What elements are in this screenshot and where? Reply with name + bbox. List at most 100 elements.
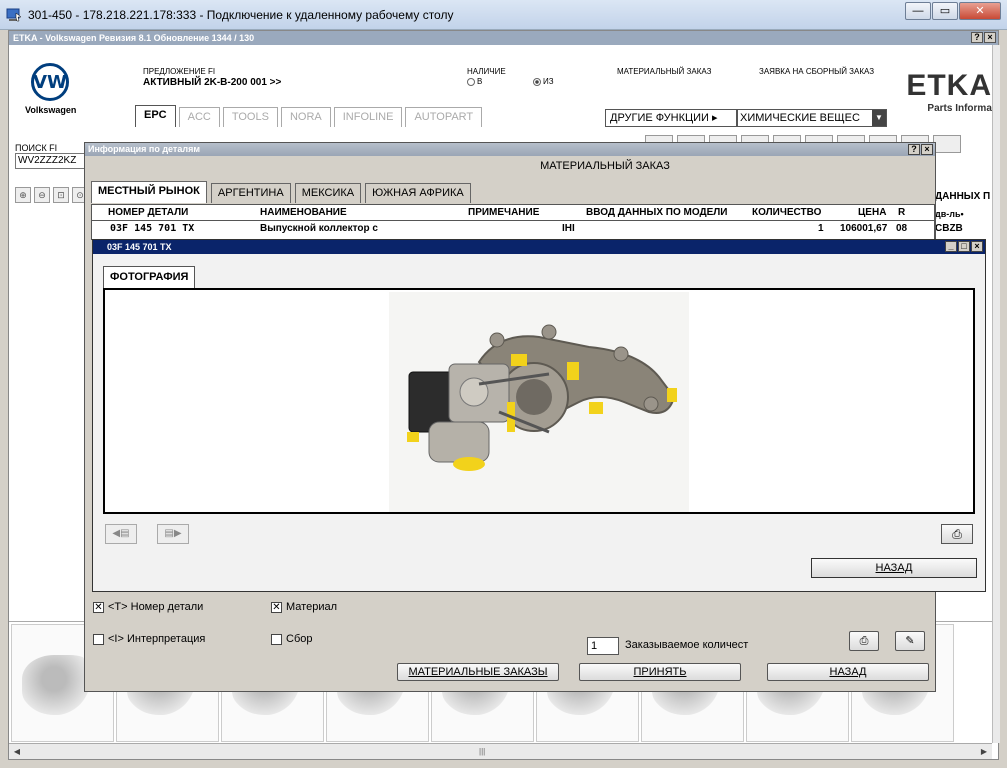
column-name: НАИМЕНОВАНИЕ — [260, 207, 347, 218]
toolbar-button[interactable] — [933, 135, 961, 153]
tab-autopart[interactable]: AUTOPART — [405, 107, 483, 127]
order-quantity-label: Заказываемое количест — [625, 639, 749, 651]
other-functions-button[interactable]: ДРУГИЕ ФУНКЦИИ ▸ — [605, 109, 737, 127]
column-price: ЦЕНА — [858, 207, 887, 218]
main-tabs: EPC ACC TOOLS NORA INFOLINE AUTOPART — [135, 105, 485, 127]
cell-part-no: 03F 145 701 TX — [110, 223, 195, 234]
minimize-button[interactable]: — — [905, 2, 931, 20]
engine-code: CBZB — [935, 223, 963, 234]
vertical-scrollbar[interactable] — [992, 45, 1000, 743]
tab-photo[interactable]: ФОТОГРАФИЯ — [103, 266, 196, 288]
checkbox-icon[interactable] — [271, 633, 282, 645]
etka-logo-subtitle: Parts Informati — [927, 103, 998, 114]
print-icon[interactable]: ⎙ — [849, 631, 879, 651]
scroll-left-icon[interactable]: ◀ — [9, 744, 25, 760]
tab-mexico[interactable]: МЕКСИКА — [294, 183, 362, 203]
market-tabs: МЕСТНЫЙ РЫНОК АРГЕНТИНА МЕКСИКА ЮЖНАЯ АФ… — [91, 181, 475, 203]
cell-qty: 1 — [818, 223, 824, 234]
volkswagen-logo: VW — [31, 63, 69, 101]
assembly-checkbox[interactable]: Сбор — [271, 633, 312, 645]
search-input[interactable]: WV2ZZZ2KZ — [15, 153, 85, 169]
cell-r: 08 — [896, 223, 908, 234]
scroll-right-icon[interactable]: ▶ — [976, 744, 992, 760]
tab-south-africa[interactable]: ЮЖНАЯ АФРИКА — [365, 183, 471, 203]
chemicals-dropdown[interactable]: ХИМИЧЕСКИЕ ВЕЩЕС ▼ — [737, 109, 887, 127]
radio-selected-icon — [533, 77, 541, 86]
cell-price: 106001,67 — [840, 223, 888, 234]
tab-nora[interactable]: NORA — [280, 107, 331, 127]
maximize-button[interactable]: ▭ — [932, 2, 958, 20]
tab-argentina[interactable]: АРГЕНТИНА — [210, 183, 291, 203]
engine-label: дв-ль• — [935, 209, 964, 219]
zoom-fit-icon[interactable]: ⊡ — [53, 187, 69, 203]
dialog-titlebar: Информация по деталям ? × — [85, 143, 935, 156]
previous-image-icon[interactable]: ◀▤ — [105, 524, 137, 544]
accept-button[interactable]: ПРИНЯТЬ — [579, 663, 741, 681]
dialog-header: МАТЕРИАЛЬНЫЙ ЗАКАЗ — [540, 160, 670, 172]
interpretation-checkbox[interactable]: <I> Интерпретация — [93, 633, 205, 645]
dialog-help-button[interactable]: ? — [908, 144, 920, 155]
availability-in-radio[interactable]: В — [467, 77, 482, 86]
assembly-order-label[interactable]: ЗАЯВКА НА СБОРНЫЙ ЗАКАЗ — [759, 67, 874, 76]
zoom-out-icon[interactable]: ⊖ — [34, 187, 50, 203]
parts-table: НОМЕР ДЕТАЛИ НАИМЕНОВАНИЕ ПРИМЕЧАНИЕ ВВО… — [91, 204, 935, 240]
vehicle-data-header: ДАННЫХ П — [935, 191, 991, 202]
availability-label: НАЛИЧИЕ — [467, 67, 506, 76]
exhaust-manifold-turbo-image — [389, 292, 689, 512]
photo-window: 03F 145 701 TX _ □ × ФОТОГРАФИЯ ◀▤ ▤▶ ⎙ … — [92, 239, 986, 592]
material-checkbox[interactable]: ✕ Материал — [271, 601, 337, 613]
part-photo — [389, 292, 689, 512]
checkbox-checked-icon[interactable]: ✕ — [271, 601, 282, 613]
zoom-toolbar: ⊕ ⊖ ⊡ ⊙ — [15, 187, 91, 203]
chemicals-value: ХИМИЧЕСКИЕ ВЕЩЕС — [740, 112, 860, 124]
next-image-icon[interactable]: ▤▶ — [157, 524, 189, 544]
tab-local-market[interactable]: МЕСТНЫЙ РЫНОК — [91, 181, 207, 203]
checkbox-checked-icon[interactable]: ✕ — [93, 601, 104, 613]
etka-close-button[interactable]: × — [984, 32, 996, 43]
tab-infoline[interactable]: INFOLINE — [333, 107, 403, 127]
brand-label: Volkswagen — [25, 105, 77, 115]
horizontal-scrollbar[interactable]: ◀ ||| ▶ — [9, 743, 992, 759]
availability-from-radio[interactable]: ИЗ — [533, 77, 554, 86]
tab-tools[interactable]: TOOLS — [222, 107, 278, 127]
photo-window-title: 03F 145 701 TX — [107, 242, 172, 252]
material-order-label[interactable]: МАТЕРИАЛЬНЫЙ ЗАКАЗ — [617, 67, 711, 76]
order-options: ✕ <T> Номер детали ✕ Материал <I> Интерпре… — [85, 591, 935, 691]
checkbox-icon[interactable] — [93, 633, 104, 645]
material-orders-button[interactable]: МАТЕРИАЛЬНЫЕ ЗАКАЗЫ — [397, 663, 559, 681]
dialog-close-button[interactable]: × — [921, 144, 933, 155]
photo-titlebar: 03F 145 701 TX _ □ × — [93, 240, 985, 254]
order-quantity-input[interactable]: 1 — [587, 637, 619, 655]
cell-note: IHI — [562, 223, 575, 234]
etka-window-title: ETKA - Volkswagen Ревизия 8.1 Обновление… — [13, 33, 255, 43]
column-part-no: НОМЕР ДЕТАЛИ — [108, 207, 189, 218]
scroll-grip-icon[interactable]: ||| — [479, 747, 485, 756]
proposal-value[interactable]: АКТИВНЫЙ 2K-B-200 001 >> — [143, 77, 281, 88]
photo-maximize-button[interactable]: □ — [958, 241, 970, 252]
photo-frame — [103, 288, 975, 514]
table-header: НОМЕР ДЕТАЛИ НАИМЕНОВАНИЕ ПРИМЕЧАНИЕ ВВО… — [92, 205, 934, 221]
close-button[interactable]: ✕ — [959, 2, 1001, 20]
chevron-down-icon[interactable]: ▼ — [872, 110, 886, 126]
remote-desktop-icon — [6, 8, 22, 21]
part-number-checkbox[interactable]: ✕ <T> Номер детали — [93, 601, 203, 613]
photo-close-button[interactable]: × — [971, 241, 983, 252]
edit-icon[interactable]: ✎ — [895, 631, 925, 651]
tab-acc[interactable]: ACC — [178, 107, 220, 127]
back-button[interactable]: НАЗАД — [767, 663, 929, 681]
table-row[interactable]: 03F 145 701 TX Выпускной коллектор с IHI… — [92, 221, 934, 237]
radio-icon — [467, 77, 475, 86]
photo-back-button[interactable]: НАЗАД — [811, 558, 977, 578]
photo-minimize-button[interactable]: _ — [945, 241, 957, 252]
zoom-in-icon[interactable]: ⊕ — [15, 187, 31, 203]
rdp-window-title: 301-450 - 178.218.221.178:333 - Подключе… — [28, 7, 454, 22]
etka-titlebar: ETKA - Volkswagen Ревизия 8.1 Обновление… — [9, 31, 998, 45]
proposal-label: ПРЕДЛОЖЕНИЕ FI — [143, 67, 216, 76]
photo-print-icon[interactable]: ⎙ — [941, 524, 973, 544]
dialog-title: Информация по деталям — [88, 144, 200, 154]
etka-help-button[interactable]: ? — [971, 32, 983, 43]
rdp-titlebar: 301-450 - 178.218.221.178:333 - Подключе… — [0, 0, 1007, 30]
column-qty: КОЛИЧЕСТВО — [752, 207, 822, 218]
tab-epc[interactable]: EPC — [135, 105, 176, 127]
search-label: ПОИСК FI — [15, 143, 58, 153]
